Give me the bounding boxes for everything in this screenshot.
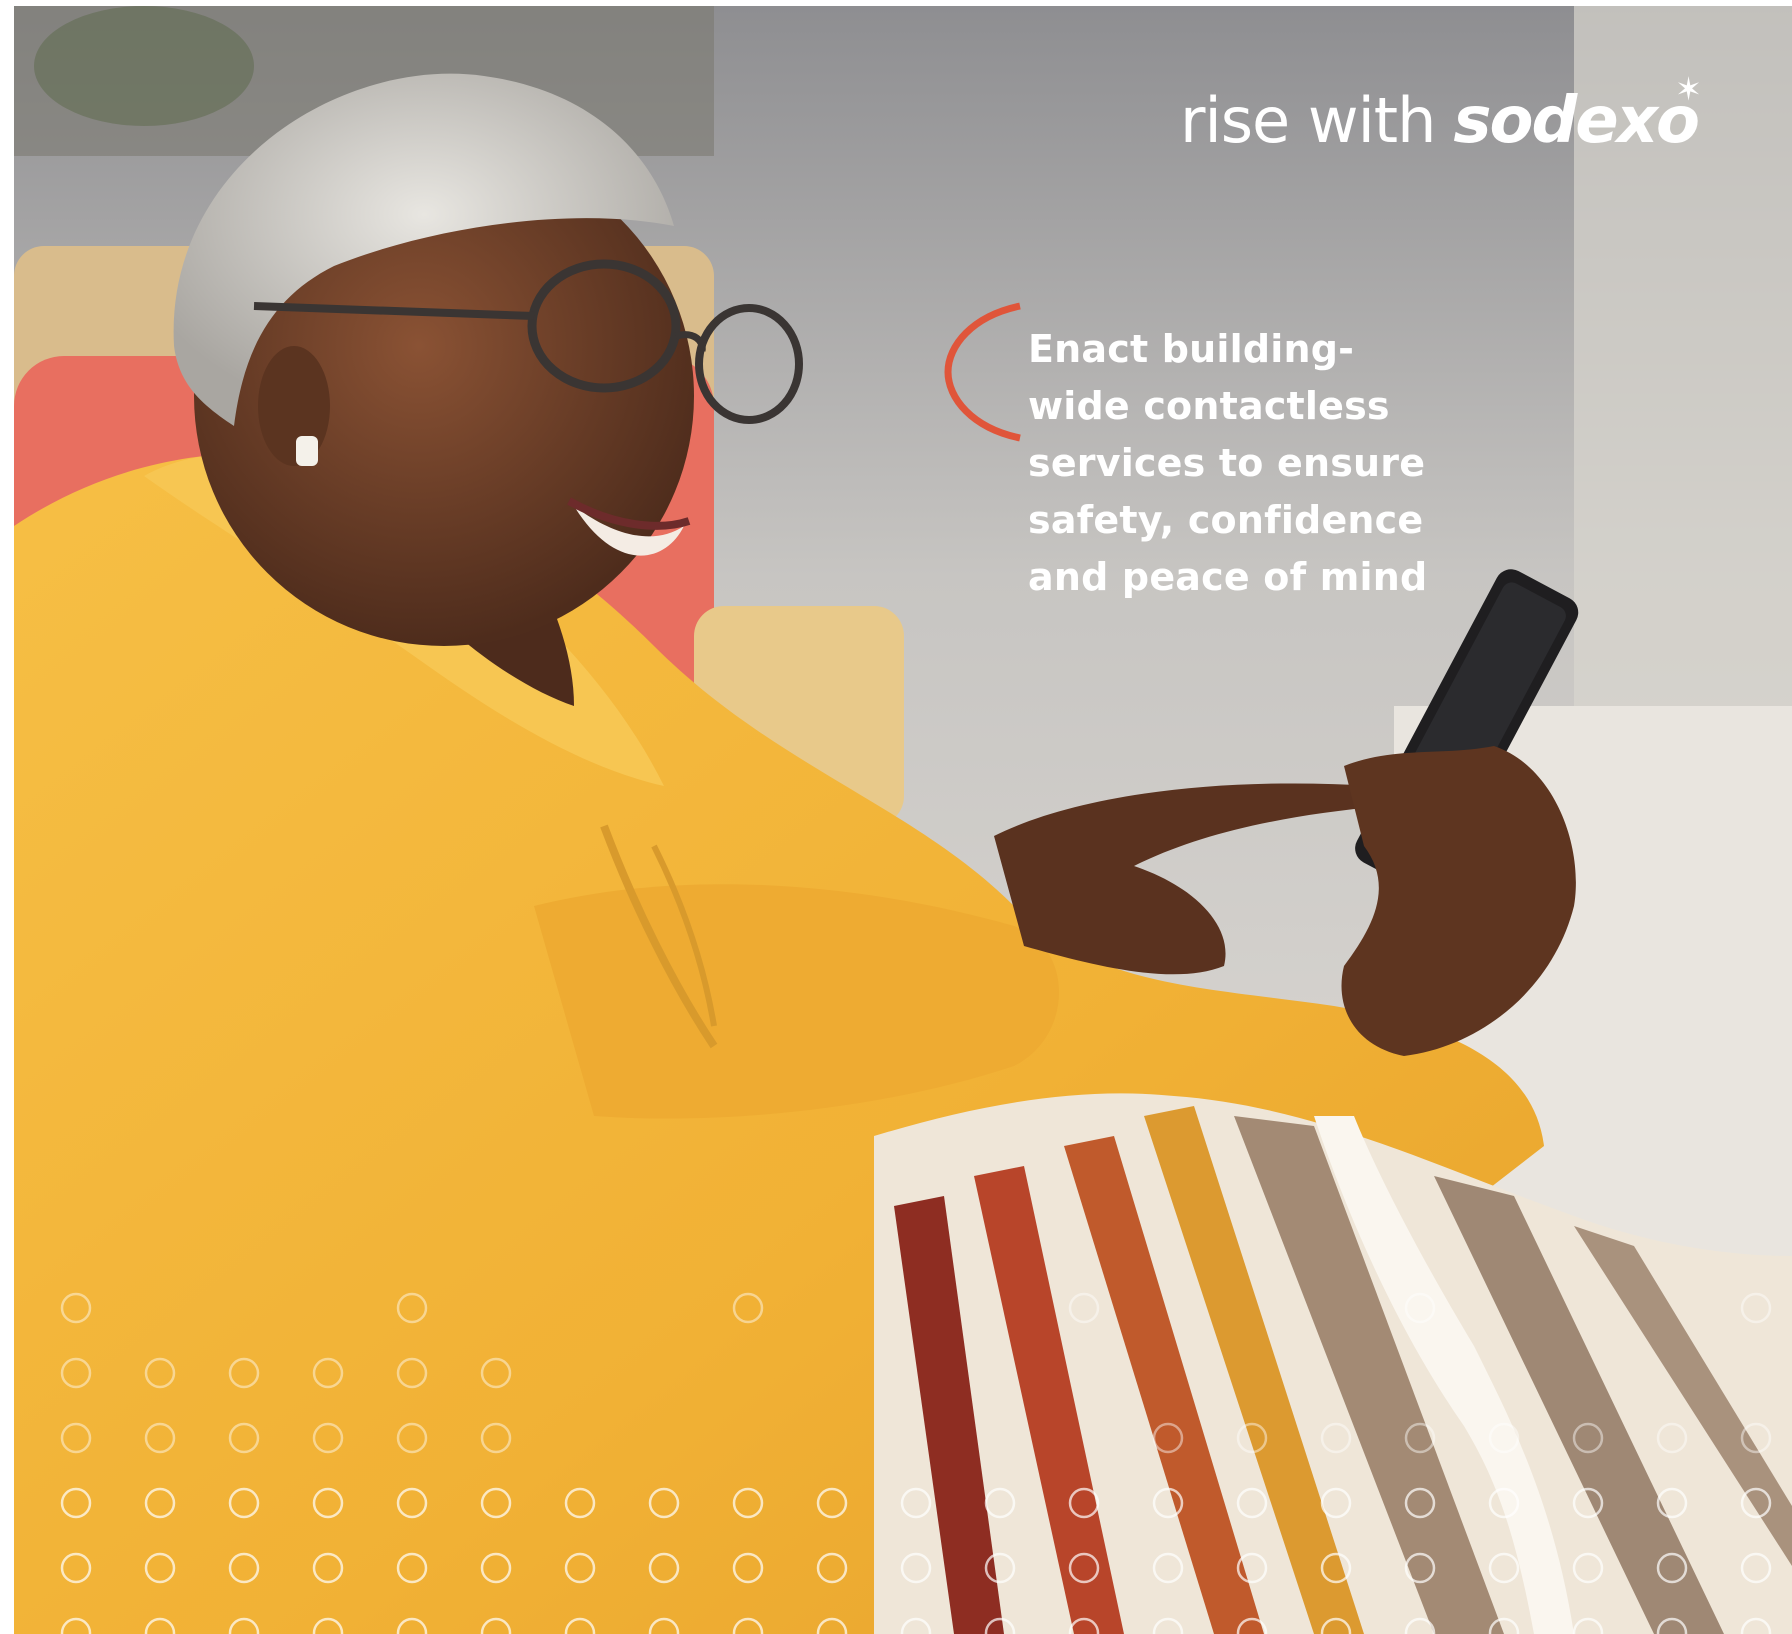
tagline-line: Enact building- (1028, 327, 1355, 371)
rise-with-sodexo-logo: rise with sodexo ✶ (1180, 70, 1702, 158)
tagline-line: wide contactless (1028, 384, 1390, 428)
star-icon: ✶ (1675, 70, 1702, 108)
tagline: Enact building- wide contactless service… (1028, 321, 1428, 606)
tagline-line: and peace of mind (1028, 555, 1428, 599)
logo-brand: sodexo (1453, 84, 1700, 158)
tagline-line: safety, confidence (1028, 498, 1424, 542)
hero-photo (14, 6, 1792, 1634)
hero-photo-frame: rise with sodexo ✶ Enact building- wide … (14, 6, 1792, 1634)
tagline-line: services to ensure (1028, 441, 1426, 485)
logo-prefix: rise with (1180, 84, 1436, 157)
